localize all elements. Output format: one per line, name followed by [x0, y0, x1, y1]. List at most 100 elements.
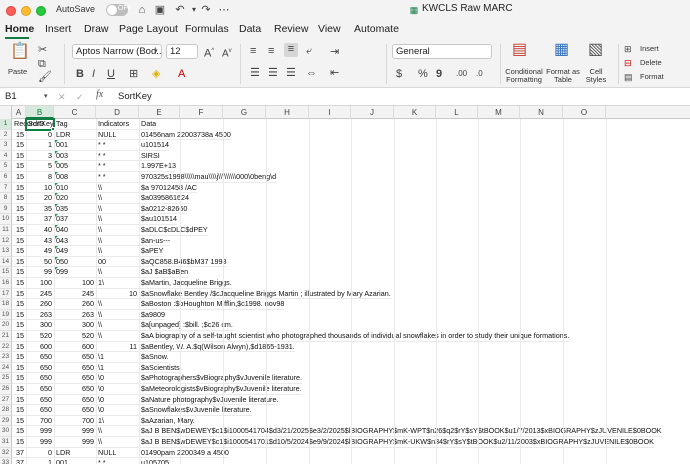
cell-e[interactable]: u101514 — [139, 140, 169, 151]
cell-d[interactable]: \\ — [96, 236, 139, 247]
cell-b[interactable]: 0 — [26, 130, 54, 141]
select-all-corner[interactable] — [0, 106, 12, 119]
cell-c[interactable]: 300 — [54, 320, 96, 331]
row-header[interactable]: 11 — [0, 225, 12, 236]
cell-a[interactable]: 15 — [12, 405, 26, 416]
row-header[interactable]: 2 — [0, 129, 12, 141]
column-header-g[interactable]: G — [223, 106, 266, 119]
row-header[interactable]: 31 — [0, 437, 12, 448]
cell-d[interactable]: \\ — [96, 331, 139, 342]
paste-label[interactable]: Paste — [8, 68, 27, 76]
cell-a[interactable]: 15 — [12, 161, 26, 172]
cell-c[interactable]: 999 — [54, 426, 96, 437]
number-as-text-indicator[interactable] — [55, 246, 58, 250]
cell-a[interactable]: 15 — [12, 130, 26, 141]
row-header[interactable]: 7 — [0, 182, 12, 194]
cell-d[interactable]: \1 — [96, 363, 139, 374]
cell-a[interactable]: 15 — [12, 236, 26, 247]
format-label[interactable]: Format — [640, 73, 664, 81]
tab-data[interactable]: Data — [239, 23, 261, 35]
row-header[interactable]: 14 — [0, 256, 12, 268]
font-name-dropdown[interactable]: Aptos Narrow (Bod... — [72, 44, 162, 59]
insert-cells-icon[interactable]: ⊞ — [624, 43, 632, 55]
cell-d[interactable]: \\ — [96, 426, 139, 437]
cell-d[interactable]: \0 — [96, 395, 139, 406]
cell-b[interactable]: 650 — [26, 395, 54, 406]
save-icon[interactable]: ▣ — [152, 2, 168, 18]
cell-e[interactable]: 01456nam 22003738a 4500 — [139, 130, 231, 141]
cell-e[interactable]: $a 97012458 /AC — [139, 183, 197, 194]
align-right-icon[interactable]: ☰ — [286, 67, 296, 79]
cell-e[interactable]: $aJ B BEN$wDEWEY$c1$i1000541704$d3/21/20… — [139, 426, 662, 437]
cell-e[interactable]: 01490pam 2200349 a 4500 — [139, 448, 229, 459]
cell-b[interactable]: 8 — [26, 172, 54, 183]
row-header[interactable]: 6 — [0, 172, 12, 183]
cell-e[interactable]: $aPhotographers$vBiography$vJuvenile lit… — [139, 373, 303, 384]
cell-c[interactable]: 049 — [54, 246, 96, 257]
cell-a[interactable]: 15 — [12, 140, 26, 151]
cell-b[interactable]: 300 — [26, 320, 54, 331]
cell-a[interactable]: 15 — [12, 172, 26, 183]
insert-label[interactable]: Insert — [640, 45, 659, 53]
cell-a[interactable]: 15 — [12, 352, 26, 363]
cut-icon[interactable]: ✂ — [38, 44, 47, 56]
cell-d[interactable]: \\ — [96, 310, 139, 321]
cell-b[interactable]: 999 — [26, 426, 54, 437]
column-header-b[interactable]: B — [26, 106, 54, 119]
align-top-icon[interactable]: ≡ — [250, 45, 256, 57]
decrease-font-icon[interactable]: Av — [222, 45, 232, 60]
cell-d[interactable]: \0 — [96, 405, 139, 416]
row-header[interactable]: 23 — [0, 352, 12, 363]
cell-c[interactable]: 037 — [54, 214, 96, 225]
cell-e[interactable]: 1.997E+13 — [139, 161, 176, 172]
cell-a[interactable]: 15 — [12, 437, 26, 448]
tab-review[interactable]: Review — [274, 23, 308, 35]
row-header[interactable]: 16 — [0, 278, 12, 289]
row-header[interactable]: 1 — [0, 119, 12, 130]
cell-b[interactable]: 1 — [26, 458, 54, 464]
cell-b[interactable]: SortKey — [26, 119, 54, 130]
cell-c[interactable]: 263 — [54, 310, 96, 321]
cell-e[interactable]: $aAzarian, Mary. — [139, 416, 195, 427]
increase-decimal-icon[interactable]: .00 — [456, 68, 467, 80]
cell-c[interactable]: 100 — [54, 278, 96, 289]
cell-b[interactable]: 20 — [26, 193, 54, 204]
cancel-entry-icon[interactable]: ✕ — [58, 91, 66, 103]
cell-c[interactable]: 260 — [54, 299, 96, 310]
number-as-text-indicator[interactable] — [55, 235, 58, 239]
cell-a[interactable]: 15 — [12, 416, 26, 427]
percent-icon[interactable]: % — [418, 68, 428, 80]
tab-formulas[interactable]: Formulas — [185, 23, 229, 35]
cell-c[interactable]: 035 — [54, 204, 96, 215]
align-bottom-icon[interactable]: ≡ — [284, 43, 298, 57]
maximize-window-button[interactable] — [36, 6, 46, 16]
column-header-f[interactable]: F — [180, 106, 223, 119]
merge-center-icon[interactable]: ⇔ — [306, 67, 317, 79]
column-header-j[interactable]: J — [351, 106, 394, 119]
cell-e[interactable]: $aQC858.B46$bM37 1998 — [139, 257, 227, 268]
cell-a[interactable]: RecordID — [12, 119, 44, 130]
cell-styles-label[interactable]: Cell Styles — [582, 68, 610, 84]
row-header[interactable]: 20 — [0, 320, 12, 331]
cell-a[interactable]: 15 — [12, 320, 26, 331]
close-window-button[interactable] — [6, 6, 16, 16]
cell-e[interactable]: $aSnowflake Bentley /$cJacqueline Briggs… — [139, 289, 391, 300]
row-header[interactable]: 30 — [0, 426, 12, 437]
cell-a[interactable]: 15 — [12, 183, 26, 194]
number-as-text-indicator[interactable] — [55, 203, 58, 207]
row-header[interactable]: 18 — [0, 299, 12, 310]
fill-color-icon[interactable]: ◈ — [152, 68, 160, 80]
cell-a[interactable]: 15 — [12, 373, 26, 384]
cell-e[interactable]: $aMartin, Jacqueline Briggs. — [139, 278, 232, 289]
formula-input[interactable]: SortKey — [118, 91, 152, 102]
cell-e[interactable]: u105705 — [139, 458, 169, 464]
row-header[interactable]: 33 — [0, 458, 12, 464]
column-header-l[interactable]: L — [436, 106, 478, 119]
row-header[interactable]: 10 — [0, 214, 12, 225]
cell-d[interactable]: * * — [96, 458, 139, 464]
cell-c[interactable]: 020 — [54, 193, 96, 204]
cell-b[interactable]: 245 — [26, 289, 54, 300]
cell-b[interactable]: 650 — [26, 363, 54, 374]
cell-e[interactable]: $aNature photography$vJuvenile literatur… — [139, 395, 279, 406]
cell-a[interactable]: 15 — [12, 193, 26, 204]
